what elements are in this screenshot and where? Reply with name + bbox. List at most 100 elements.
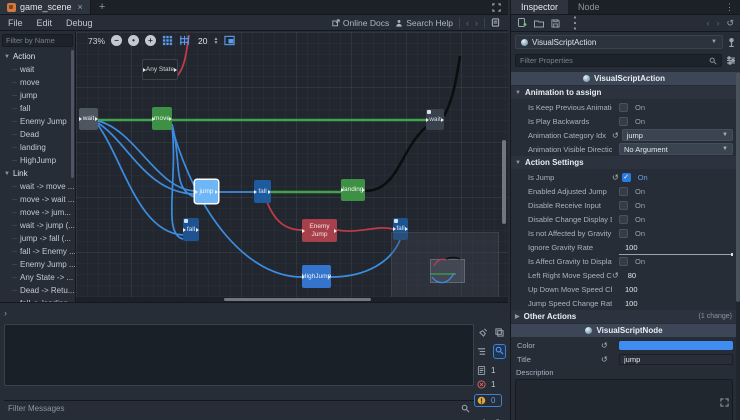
scene-tab[interactable]: game_scene ×	[0, 0, 91, 14]
inspector-menu-dots[interactable]: ⋮	[567, 13, 583, 33]
tree-item[interactable]: move	[0, 76, 75, 89]
slider-track[interactable]	[619, 254, 733, 255]
edge-move-highjump[interactable]	[172, 128, 302, 277]
edge-fall3-highjump[interactable]	[331, 240, 400, 277]
snap-distance-value[interactable]: 20	[198, 36, 207, 46]
checkbox[interactable]	[619, 201, 628, 210]
distraction-free-icon[interactable]	[492, 3, 501, 12]
graph-horizontal-scrollbar[interactable]	[224, 298, 371, 301]
checkbox[interactable]	[619, 117, 628, 126]
dropdown[interactable]: jump▼	[622, 129, 733, 141]
state-machine-graph[interactable]: Any StatewaitmovejumpfalllandingEnemy Ju…	[76, 32, 508, 302]
revert-icon[interactable]: ↺	[601, 355, 608, 364]
tree-item[interactable]: Enemy Jump	[0, 115, 75, 128]
state-filter-input[interactable]	[6, 36, 69, 45]
zoom-reset-button[interactable]: •	[128, 35, 139, 46]
tree-item[interactable]: Dead -> Retu...	[0, 284, 75, 297]
dock-tab-node[interactable]: Node	[568, 0, 610, 14]
zoom-in-button[interactable]: +	[145, 35, 156, 46]
tree-item[interactable]: wait -> move ...	[0, 180, 75, 193]
tree-group-link[interactable]: ▼Link	[0, 167, 75, 180]
zoom-out-button[interactable]: −	[111, 35, 122, 46]
tree-item[interactable]: Any State -> ...	[0, 271, 75, 284]
graph-vertical-scrollbar[interactable]	[502, 140, 506, 224]
graph-minimap[interactable]	[391, 232, 499, 300]
revert-icon[interactable]: ↺	[612, 131, 619, 140]
tree-item[interactable]: wait	[0, 63, 75, 76]
snap-guides-icon[interactable]	[179, 35, 190, 46]
dock-tab-inspector[interactable]: Inspector	[511, 0, 568, 14]
number-value[interactable]: 100	[619, 285, 638, 294]
section-header[interactable]: ▼Animation to assign	[511, 86, 737, 99]
history-icon[interactable]: ↺	[726, 18, 734, 29]
new-tab-button[interactable]: +	[91, 0, 113, 14]
tree-item[interactable]: move -> jum...	[0, 206, 75, 219]
script-panel-icon[interactable]	[491, 18, 500, 27]
checkbox[interactable]	[619, 187, 628, 196]
checkbox[interactable]	[619, 257, 628, 266]
clear-output-icon[interactable]	[479, 328, 488, 337]
checkbox[interactable]: ✓	[622, 173, 631, 182]
menu-debug[interactable]: Debug	[66, 18, 93, 28]
graph-node-highjump[interactable]: HighJump	[302, 265, 331, 288]
search-help-button[interactable]: Search Help	[395, 18, 453, 28]
menu-edit[interactable]: Edit	[37, 18, 53, 28]
snap-stepper[interactable]: ▲▼	[213, 37, 218, 45]
revert-icon[interactable]: ↺	[612, 271, 619, 280]
section-header[interactable]: ▼Action Settings	[511, 156, 737, 169]
graph-node-landing[interactable]: landing	[341, 179, 365, 201]
color-swatch[interactable]	[619, 341, 733, 350]
minimap-toggle-icon[interactable]	[224, 35, 235, 46]
graph-node-move[interactable]: move	[152, 107, 172, 130]
edge-wait2-out[interactable]	[444, 56, 460, 116]
edge-wait-fall2[interactable]	[98, 125, 183, 235]
property-filter-input[interactable]	[520, 56, 709, 65]
graph-node-jump[interactable]: jump	[195, 180, 218, 203]
graph-node-any-state[interactable]: Any State	[142, 59, 178, 80]
revert-icon[interactable]: ↺	[601, 341, 608, 350]
tune-filter-icon[interactable]	[726, 56, 736, 65]
state-filter-box[interactable]	[2, 34, 73, 47]
tree-item[interactable]: move -> wait ...	[0, 193, 75, 206]
revert-icon[interactable]: ↺	[612, 173, 619, 182]
tree-item[interactable]: landing	[0, 141, 75, 154]
checkbox[interactable]	[619, 215, 628, 224]
save-resource-icon[interactable]	[551, 19, 560, 28]
number-value[interactable]: 100	[619, 299, 638, 308]
history-forward-icon[interactable]: ›	[475, 18, 478, 28]
edge-fall-enemy[interactable]	[267, 202, 302, 230]
graph-node-fall-2[interactable]: fall	[183, 218, 199, 241]
collapse-duplicates-icon[interactable]	[477, 344, 486, 359]
dock-menu-dots[interactable]: ⋮	[725, 2, 740, 13]
checkbox[interactable]	[619, 103, 628, 112]
graph-node-enemy-jump[interactable]: Enemy Jump	[302, 219, 337, 242]
tree-item[interactable]: wait -> jump (...	[0, 219, 75, 232]
pin-icon[interactable]	[727, 37, 736, 47]
property-filter-box[interactable]	[515, 54, 722, 67]
tree-item[interactable]: fall -> Enemy ...	[0, 245, 75, 258]
counter-error[interactable]: 1	[477, 380, 505, 389]
object-selector[interactable]: VisualScriptAction ▼	[515, 35, 723, 49]
tree-item[interactable]: jump -> fall (...	[0, 232, 75, 245]
history-back-icon[interactable]: ‹	[466, 18, 469, 28]
edge-enemy-fall3[interactable]	[337, 228, 393, 231]
edge-landing-wait2[interactable]	[365, 127, 426, 191]
menu-file[interactable]: File	[8, 18, 23, 28]
inspector-forward-icon[interactable]: ›	[716, 18, 719, 28]
tree-group-action[interactable]: ▼Action	[0, 50, 75, 63]
graph-node-fall[interactable]: fall	[254, 180, 271, 203]
tree-item[interactable]: Enemy Jump ...	[0, 258, 75, 271]
tree-item[interactable]: fall	[0, 102, 75, 115]
dropdown[interactable]: No Argument▼	[619, 143, 733, 155]
new-resource-icon[interactable]	[517, 18, 527, 28]
output-filter-input[interactable]	[8, 404, 461, 413]
slider-value[interactable]: 100	[619, 243, 638, 252]
load-resource-icon[interactable]	[534, 19, 544, 28]
description-input[interactable]	[516, 380, 732, 420]
counter-log[interactable]: 1	[477, 366, 505, 375]
online-docs-button[interactable]: Online Docs	[332, 18, 389, 28]
expand-editor-icon[interactable]	[720, 398, 729, 407]
inspector-back-icon[interactable]: ‹	[706, 18, 709, 28]
tree-item[interactable]: jump	[0, 89, 75, 102]
checkbox[interactable]	[619, 229, 628, 238]
